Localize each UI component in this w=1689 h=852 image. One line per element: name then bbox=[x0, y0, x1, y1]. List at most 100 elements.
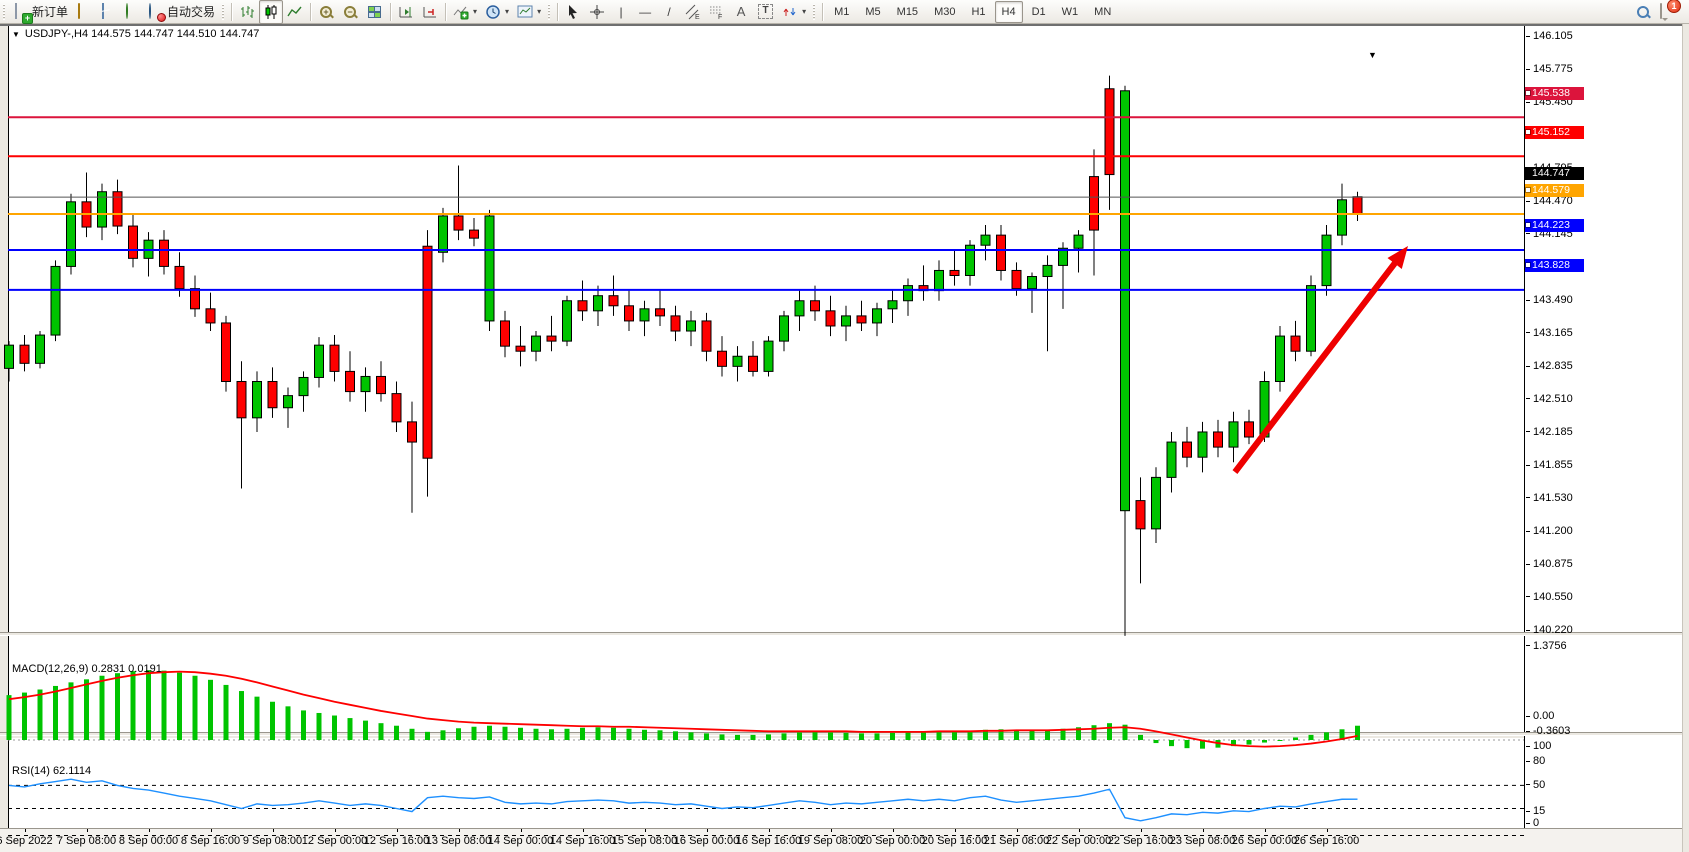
tile-windows-button[interactable] bbox=[362, 0, 387, 24]
add-indicator-button[interactable]: ▾ bbox=[449, 0, 481, 24]
horizontal-line-icon: — bbox=[637, 4, 653, 20]
toolbar-grip[interactable] bbox=[547, 4, 552, 20]
text-label-tool-button[interactable]: T bbox=[753, 0, 778, 24]
mt4-application-window: 新订单 自动交易 bbox=[0, 0, 1689, 852]
price-axis-border bbox=[1524, 26, 1525, 828]
zoom-in-button[interactable]: + bbox=[314, 0, 338, 24]
cursor-arrow-icon bbox=[565, 4, 581, 20]
zoom-out-button[interactable]: − bbox=[338, 0, 362, 24]
arrows-shapes-icon bbox=[782, 4, 798, 20]
templates-button[interactable]: ▾ bbox=[513, 0, 545, 24]
trendline-icon: / bbox=[661, 4, 677, 20]
rsi-chart-svg[interactable] bbox=[8, 762, 1524, 852]
macd-indicator-label: MACD(12,26,9) 0.2831 0.0191 bbox=[12, 663, 162, 675]
chart-shift-icon bbox=[422, 4, 438, 20]
strategy-tester-button[interactable] bbox=[120, 0, 144, 24]
timeframe-button-m15[interactable]: M15 bbox=[890, 1, 925, 23]
channel-tool-button[interactable]: E bbox=[681, 0, 705, 24]
notification-badge: 1 bbox=[1667, 0, 1681, 13]
timeframe-button-m30[interactable]: M30 bbox=[927, 1, 962, 23]
cursor-tool-button[interactable] bbox=[561, 0, 585, 24]
notifications-button[interactable]: 1 bbox=[1655, 0, 1679, 24]
timeframe-button-h4[interactable]: H4 bbox=[995, 1, 1023, 23]
timeframe-button-m1[interactable]: M1 bbox=[827, 1, 856, 23]
fibonacci-tool-button[interactable]: F bbox=[705, 0, 729, 24]
timeframe-button-h1[interactable]: H1 bbox=[964, 1, 992, 23]
auto-trading-button[interactable]: 自动交易 bbox=[144, 0, 219, 24]
price-tick-label: 141.200 bbox=[1526, 525, 1573, 537]
horizontal-line-tool-button[interactable]: — bbox=[633, 0, 657, 24]
price-tick-label: 140.220 bbox=[1526, 624, 1573, 636]
dropdown-arrow-icon: ▾ bbox=[537, 7, 541, 16]
add-indicator-icon bbox=[453, 4, 469, 20]
price-tick-label: 143.165 bbox=[1526, 327, 1573, 339]
dropdown-arrow-icon: ▾ bbox=[505, 7, 509, 16]
chart-title: ▼ USDJPY-,H4 144.575 144.747 144.510 144… bbox=[12, 28, 259, 40]
toolbar-grip[interactable] bbox=[2, 4, 7, 20]
auto-scroll-icon bbox=[398, 4, 414, 20]
chart-menu-triangle-icon[interactable]: ▼ bbox=[12, 30, 20, 39]
main-chart-svg[interactable] bbox=[8, 50, 1524, 660]
price-tick-label: 146.105 bbox=[1526, 30, 1573, 42]
price-tick-label: 142.835 bbox=[1526, 360, 1573, 372]
data-window-icon bbox=[100, 4, 116, 20]
clock-icon bbox=[485, 4, 501, 20]
tile-windows-icon bbox=[368, 6, 381, 18]
line-chart-icon bbox=[287, 4, 303, 20]
price-level-tag: 145.538 bbox=[1525, 87, 1584, 100]
vertical-line-icon: | bbox=[613, 4, 629, 20]
rsi-tick-label: 15 bbox=[1526, 805, 1545, 817]
price-tick-label: 142.510 bbox=[1526, 393, 1573, 405]
macd-tick-label: 1.3756 bbox=[1526, 640, 1567, 652]
svg-text:E: E bbox=[695, 14, 700, 21]
periods-button[interactable]: ▾ bbox=[481, 0, 513, 24]
auto-trading-globe-icon bbox=[148, 4, 164, 20]
trendline-tool-button[interactable]: / bbox=[657, 0, 681, 24]
line-chart-mode-button[interactable] bbox=[283, 0, 307, 24]
bar-chart-mode-button[interactable] bbox=[235, 0, 259, 24]
price-tick-label: 140.875 bbox=[1526, 558, 1573, 570]
price-level-tag: 144.223 bbox=[1525, 219, 1584, 232]
fibonacci-icon: F bbox=[709, 4, 725, 20]
equidistant-channel-icon: E bbox=[685, 4, 701, 20]
svg-text:F: F bbox=[718, 14, 722, 21]
candlestick-mode-button[interactable] bbox=[259, 0, 283, 24]
vertical-line-tool-button[interactable]: | bbox=[609, 0, 633, 24]
crosshair-tool-button[interactable] bbox=[585, 0, 609, 24]
search-button[interactable] bbox=[1631, 0, 1655, 24]
timeframe-button-d1[interactable]: D1 bbox=[1025, 1, 1053, 23]
chart-title-text: USDJPY-,H4 144.575 144.747 144.510 144.7… bbox=[25, 28, 259, 40]
text-label-icon: T bbox=[758, 4, 773, 19]
dropdown-arrow-icon: ▾ bbox=[802, 7, 806, 16]
toolbar-grip[interactable] bbox=[812, 4, 817, 20]
candlestick-icon bbox=[263, 4, 279, 20]
profiles-icon bbox=[76, 4, 92, 20]
toolbar-grip[interactable] bbox=[221, 4, 226, 20]
price-level-tag: 144.579 bbox=[1525, 184, 1584, 197]
search-icon bbox=[1636, 5, 1650, 19]
rsi-tick-label: 80 bbox=[1526, 755, 1545, 767]
arrows-tool-button[interactable]: ▾ bbox=[778, 0, 810, 24]
data-window-button[interactable] bbox=[96, 0, 120, 24]
profiles-button[interactable] bbox=[72, 0, 96, 24]
dropdown-arrow-icon: ▾ bbox=[473, 7, 477, 16]
new-order-button[interactable]: 新订单 bbox=[9, 0, 72, 24]
timeframe-group: M1M5M15M30H1H4D1W1MN bbox=[826, 1, 1119, 23]
bar-chart-icon bbox=[239, 4, 255, 20]
new-order-label: 新订单 bbox=[32, 3, 68, 20]
timeframe-button-mn[interactable]: MN bbox=[1087, 1, 1118, 23]
rsi-tick-label: 0 bbox=[1526, 817, 1539, 829]
macd-chart-svg[interactable] bbox=[8, 660, 1524, 760]
chart-shift-button[interactable] bbox=[418, 0, 442, 24]
price-level-tag: 145.152 bbox=[1525, 126, 1584, 139]
macd-tick-label: 0.00 bbox=[1526, 710, 1554, 722]
price-tick-label: 141.530 bbox=[1526, 492, 1573, 504]
auto-scroll-button[interactable] bbox=[394, 0, 418, 24]
timeframe-button-m5[interactable]: M5 bbox=[858, 1, 887, 23]
timeframe-button-w1[interactable]: W1 bbox=[1055, 1, 1086, 23]
crosshair-icon bbox=[589, 4, 605, 20]
zoom-in-icon: + bbox=[319, 5, 333, 19]
rsi-indicator-label: RSI(14) 62.1114 bbox=[12, 765, 91, 777]
text-tool-button[interactable]: A bbox=[729, 0, 753, 24]
chart-window: 6 Sep 20227 Sep 08:008 Sep 00:008 Sep 16… bbox=[0, 24, 1689, 852]
